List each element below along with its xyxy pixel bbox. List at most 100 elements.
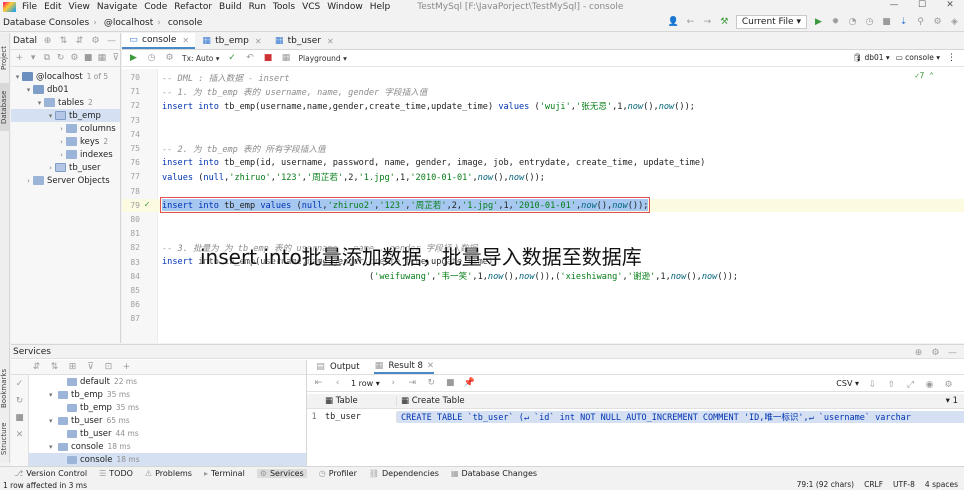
bottom-tab-todo[interactable]: ☰ TODO bbox=[99, 469, 133, 478]
service-item[interactable]: default 22 ms bbox=[29, 375, 306, 388]
filter-icon[interactable]: ⊽ bbox=[85, 362, 96, 373]
close-tab-icon[interactable]: ✕ bbox=[182, 36, 189, 45]
hide-panel-icon[interactable]: — bbox=[106, 36, 117, 47]
result-settings-icon[interactable]: ⚙ bbox=[943, 379, 954, 390]
bottom-tab-terminal[interactable]: ▸ Terminal bbox=[204, 469, 245, 478]
project-side-tab[interactable]: Project bbox=[0, 37, 10, 79]
expand-arrow-icon[interactable]: › bbox=[57, 151, 66, 159]
tab-tb-user[interactable]: ▦ tb_user ✕ bbox=[268, 33, 340, 49]
menu-view[interactable]: View bbox=[69, 2, 90, 12]
sort-indicator-icon[interactable]: ▾ 1 bbox=[946, 396, 958, 406]
cancel-query-icon[interactable]: ■ bbox=[263, 53, 274, 64]
locate-icon[interactable]: ⊕ bbox=[42, 36, 53, 47]
refresh-icon[interactable]: ↻ bbox=[56, 53, 65, 64]
bottom-tab-dependencies[interactable]: ⛓ Dependencies bbox=[369, 469, 439, 478]
indent-setting[interactable]: 4 spaces bbox=[925, 480, 958, 489]
minimize-button[interactable]: — bbox=[880, 0, 908, 10]
expand-arrow-icon[interactable]: › bbox=[24, 177, 33, 185]
debug-icon[interactable]: ✹ bbox=[830, 17, 841, 28]
expand-arrow-icon[interactable]: › bbox=[57, 125, 66, 133]
tree-item[interactable]: › keys 2 bbox=[11, 135, 120, 148]
pin-icon[interactable]: 📌 bbox=[464, 378, 475, 389]
next-page-icon[interactable]: › bbox=[388, 378, 399, 389]
reload-icon[interactable]: ↻ bbox=[426, 378, 437, 389]
expand-arrow-icon[interactable]: ▾ bbox=[46, 112, 55, 120]
session-select[interactable]: ▭ console ▾ bbox=[896, 53, 940, 62]
code-line[interactable]: 70 -- DML : 插入数据 - insert bbox=[122, 71, 964, 84]
cell-create-table[interactable]: CREATE TABLE `tb_user` (↵ `id` int NOT N… bbox=[397, 410, 964, 423]
expand-arrow-icon[interactable]: ▾ bbox=[35, 99, 44, 107]
stop-icon[interactable]: ■ bbox=[881, 17, 892, 28]
rerun-icon[interactable]: ↻ bbox=[14, 395, 25, 406]
code-line[interactable]: 75 -- 2. 为 tb_emp 表的 所有字段插入值 bbox=[122, 142, 964, 155]
profile-icon[interactable]: ◷ bbox=[864, 17, 875, 28]
tree-item[interactable]: ▾ @localhost 1 of 5 bbox=[11, 70, 120, 83]
close-tab-icon[interactable]: ✕ bbox=[327, 37, 334, 46]
tab-tb-emp[interactable]: ▦ tb_emp ✕ bbox=[195, 33, 267, 49]
user-icon[interactable]: 👤 bbox=[668, 17, 679, 28]
menu-window[interactable]: Window bbox=[327, 2, 363, 12]
back-icon[interactable]: ← bbox=[685, 17, 696, 28]
tree-item[interactable]: › columns bbox=[11, 122, 120, 135]
code-line[interactable]: 73 bbox=[122, 114, 964, 127]
tx-mode-select[interactable]: Tx: Auto ▾ bbox=[182, 54, 220, 63]
result-tab-output[interactable]: ▤ Output bbox=[315, 362, 359, 373]
code-line[interactable]: 76 insert into tb_emp(id, username, passw… bbox=[122, 156, 964, 169]
menu-refactor[interactable]: Refactor bbox=[174, 2, 212, 12]
table-row[interactable]: 1 tb_user CREATE TABLE `tb_user` (↵ `id`… bbox=[307, 409, 964, 424]
filter-icon[interactable]: ⊽ bbox=[111, 53, 120, 64]
menu-run[interactable]: Run bbox=[249, 2, 266, 12]
code-line[interactable]: 84 ('weifuwang','韦一笑',1,now(),now()),('x… bbox=[122, 270, 964, 283]
menu-vcs[interactable]: VCS bbox=[302, 2, 320, 12]
bottom-tab-services[interactable]: ⚙ Services bbox=[256, 469, 307, 478]
database-side-tab[interactable]: Database bbox=[0, 83, 10, 131]
history-icon[interactable]: ◷ bbox=[146, 53, 157, 64]
code-line[interactable]: 87 bbox=[122, 312, 964, 325]
add-service-icon[interactable]: ⊕ bbox=[913, 347, 924, 358]
menu-edit[interactable]: Edit bbox=[44, 2, 61, 12]
close-tab-icon[interactable]: ✕ bbox=[255, 37, 262, 46]
hide-services-icon[interactable]: — bbox=[947, 347, 958, 358]
build-hammer-icon[interactable]: ⚒ bbox=[719, 17, 730, 28]
coverage-icon[interactable]: ◔ bbox=[847, 17, 858, 28]
expand-arrow-icon[interactable]: ▾ bbox=[49, 443, 58, 451]
code-line[interactable]: 86 bbox=[122, 298, 964, 311]
code-line[interactable]: 71 -- 1. 为 tb_emp 表的 username, name, gend… bbox=[122, 85, 964, 98]
group-icon[interactable]: ⊞ bbox=[67, 362, 78, 373]
code-line[interactable]: 80 bbox=[122, 213, 964, 226]
row-count-select[interactable]: 1 row ▾ bbox=[351, 379, 380, 388]
add-icon[interactable]: + bbox=[15, 53, 24, 64]
run-configuration-select[interactable]: Current File ▾ bbox=[735, 15, 807, 29]
service-item[interactable]: ▾ tb_user 65 ms bbox=[29, 414, 306, 427]
stop-icon[interactable]: ■ bbox=[14, 412, 25, 423]
forward-icon[interactable]: → bbox=[702, 17, 713, 28]
menu-build[interactable]: Build bbox=[219, 2, 242, 12]
schema-select[interactable]: 🛢 db01 ▾ bbox=[853, 53, 890, 62]
editor-options-icon[interactable]: ⋮ bbox=[947, 53, 956, 63]
tree-item[interactable]: ▾ tables 2 bbox=[11, 96, 120, 109]
dropdown-arrow-icon[interactable]: ▾ bbox=[29, 53, 38, 64]
expand-arrow-icon[interactable]: › bbox=[46, 164, 55, 172]
tree-item[interactable]: › tb_user bbox=[11, 161, 120, 174]
service-item[interactable]: ▾ tb_emp 35 ms bbox=[29, 388, 306, 401]
code-editor[interactable]: ✓7 ⌃ 70 -- DML : 插入数据 - insert 71 -- 1. 为 t… bbox=[122, 69, 964, 343]
export-format-select[interactable]: CSV ▾ bbox=[836, 379, 859, 390]
stop-icon[interactable]: ■ bbox=[445, 378, 456, 389]
menu-tools[interactable]: Tools bbox=[273, 2, 295, 12]
expand-all-icon[interactable]: ⇵ bbox=[74, 36, 85, 47]
grid-icon[interactable]: ▦ bbox=[281, 53, 292, 64]
tree-item[interactable]: ▾ tb_emp bbox=[11, 109, 120, 122]
expand-all-icon[interactable]: ⇵ bbox=[31, 362, 42, 373]
code-line[interactable]: 79 ✓ insert into tb_emp values (null,'zhir… bbox=[122, 197, 964, 214]
playground-select[interactable]: Playground ▾ bbox=[299, 54, 347, 63]
transaction-settings-icon[interactable]: ⚙ bbox=[164, 53, 175, 64]
commit-icon[interactable]: ✓ bbox=[227, 53, 238, 64]
delete-icon[interactable]: ✕ bbox=[14, 429, 25, 440]
tab-console[interactable]: ▭ console ✕ bbox=[122, 33, 196, 49]
tree-item[interactable]: › Server Objects bbox=[11, 174, 120, 187]
service-item[interactable]: ▾ console 18 ms bbox=[29, 440, 306, 453]
view-icon[interactable]: ◉ bbox=[924, 379, 935, 390]
column-header-table[interactable]: ▦ Table bbox=[321, 396, 397, 406]
expand-arrow-icon[interactable]: ▾ bbox=[24, 86, 33, 94]
tree-item[interactable]: ▾ db01 bbox=[11, 83, 120, 96]
